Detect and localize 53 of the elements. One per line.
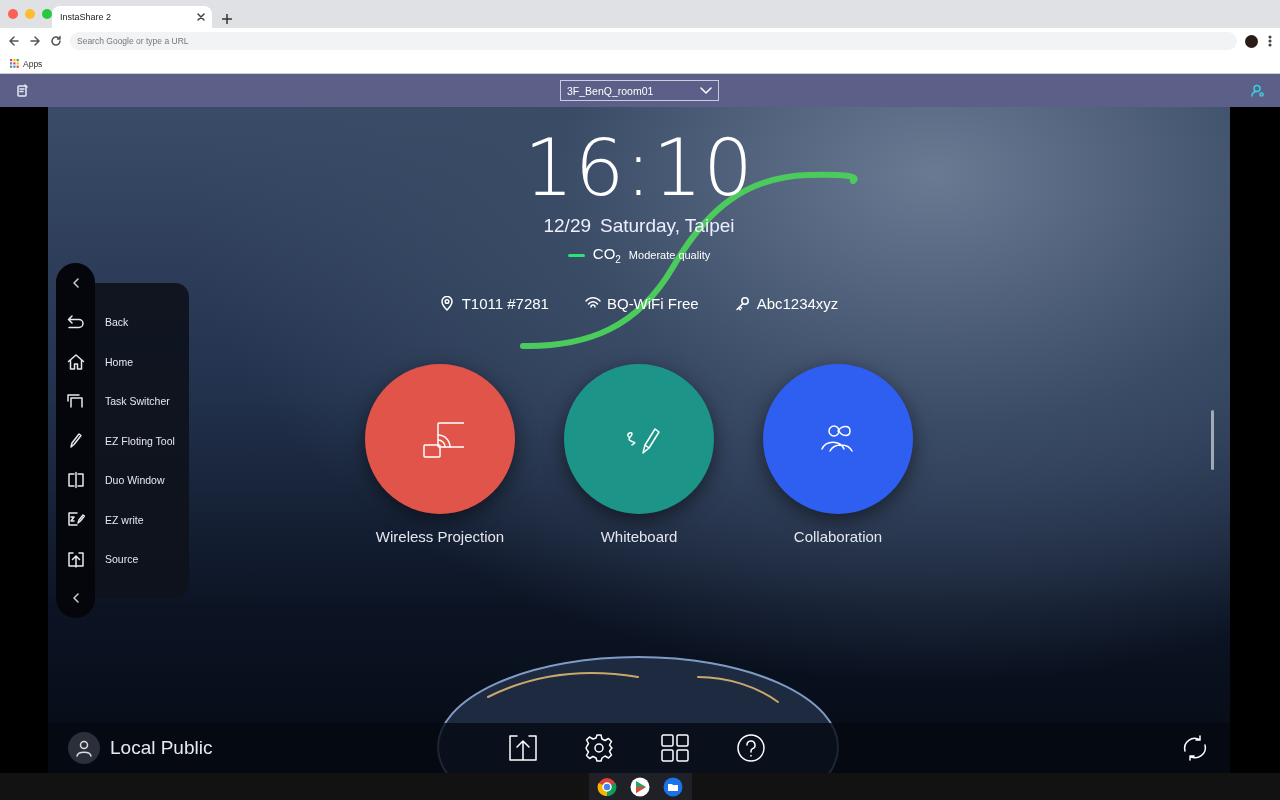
app-label: Whiteboard	[600, 528, 678, 545]
settings-icon[interactable]	[584, 733, 614, 763]
upload-box-icon[interactable]	[66, 549, 85, 568]
menu-item[interactable]: Home	[95, 342, 189, 382]
chevron-left-icon[interactable]	[72, 277, 79, 288]
menu-item[interactable]: Back	[95, 302, 189, 342]
forward-arrow-icon[interactable]	[29, 35, 41, 47]
round-app-icon[interactable]	[597, 776, 617, 797]
user-avatar[interactable]	[68, 732, 100, 764]
write-pen-icon[interactable]	[66, 510, 85, 529]
new-tab-icon[interactable]	[222, 14, 232, 24]
address-field[interactable]: Search Google or type a URL	[70, 32, 1237, 50]
user-name: Local Public	[110, 737, 213, 759]
back-arrow-icon[interactable]	[8, 35, 20, 47]
user-settings-icon[interactable]	[1251, 84, 1264, 97]
menu-item[interactable]: Task Switcher	[95, 381, 189, 421]
share-screen-icon[interactable]	[508, 733, 538, 763]
tab-title: InstaShare 2	[60, 12, 112, 22]
room-dropdown[interactable]: 3F_BenQ_room01	[560, 80, 719, 101]
home-icon[interactable]	[66, 352, 85, 371]
folder-app-icon[interactable]	[663, 776, 683, 797]
reload-icon[interactable]	[50, 35, 62, 47]
note-icon[interactable]	[16, 84, 28, 97]
location-pin-icon	[439, 296, 456, 311]
air-quality-label: CO$_{2}$	[592, 245, 621, 265]
app-label: Wireless Projection	[375, 528, 505, 545]
wifi-icon	[584, 296, 601, 311]
triangle-app-icon[interactable]	[630, 776, 650, 797]
menu-item[interactable]: Duo Window	[95, 460, 189, 500]
app-label: Collaboration	[793, 528, 883, 545]
air-quality-indicator	[567, 253, 585, 257]
person-icon	[75, 739, 93, 757]
grid-icon[interactable]	[660, 733, 690, 763]
apps-grid-icon[interactable]	[10, 59, 19, 68]
split-window-icon[interactable]	[66, 470, 85, 489]
menu-item[interactable]: EZ write	[95, 500, 189, 540]
browser-tab[interactable]: InstaShare 2	[52, 6, 212, 28]
clock-time: 16:10	[524, 129, 754, 207]
close-icon[interactable]	[196, 12, 206, 22]
chevron-down-icon	[700, 87, 712, 94]
menu-item[interactable]: Source	[95, 539, 189, 579]
scroll-indicator	[1211, 410, 1214, 470]
bookmark-link[interactable]: Apps	[23, 58, 43, 69]
more-menu-icon[interactable]	[1268, 35, 1272, 47]
info-text: T1011 #7281	[461, 295, 549, 312]
date-text: 12/29	[543, 215, 591, 237]
info-text: Abc1234xyz	[756, 295, 839, 312]
stacked-windows-icon[interactable]	[66, 392, 85, 411]
chevron-left-icon[interactable]	[72, 593, 79, 604]
help-icon[interactable]	[736, 733, 766, 763]
menu-item[interactable]: EZ Floting Tool	[95, 421, 189, 461]
key-icon	[734, 296, 751, 311]
profile-avatar[interactable]	[1245, 34, 1258, 48]
